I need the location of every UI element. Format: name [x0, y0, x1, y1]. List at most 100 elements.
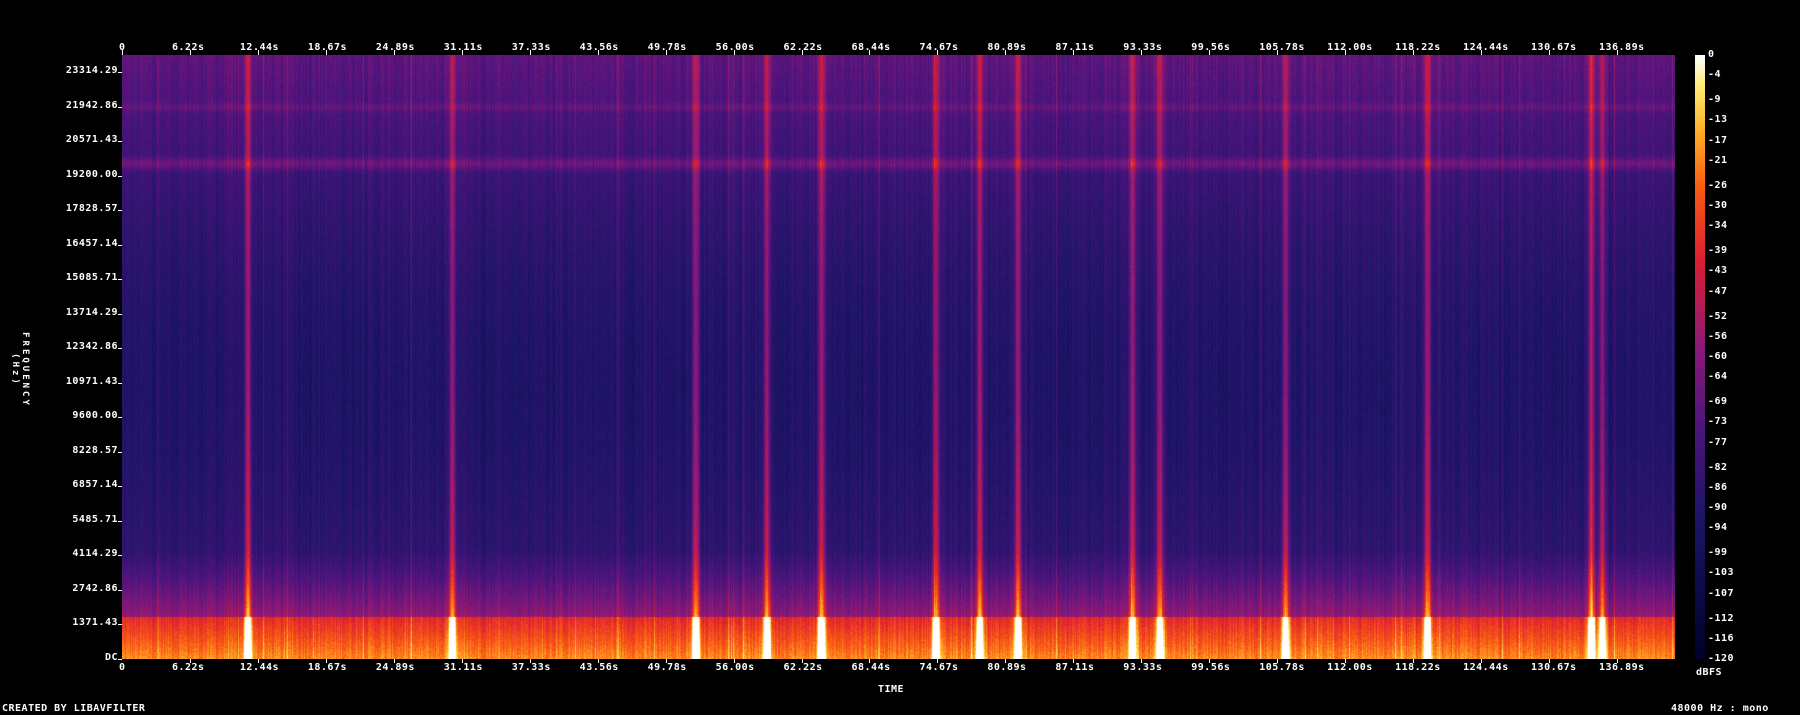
x-tick-label: 105.78s	[1259, 42, 1305, 53]
colorbar-tick-label: -4	[1708, 69, 1722, 81]
x-tick-label: 87.11s	[1055, 42, 1095, 53]
x-tick-mark	[1209, 659, 1211, 663]
x-tick-label: 93.33s	[1123, 42, 1163, 53]
colorbar-tick-label: -52	[1708, 310, 1728, 322]
x-tick-mark	[1005, 659, 1007, 663]
colorbar-tick-label: -60	[1708, 351, 1728, 362]
x-tick-mark	[461, 659, 463, 663]
x-tick-label: 105.78s	[1259, 662, 1305, 673]
colorbar-tick-label: -99	[1708, 547, 1728, 559]
y-tick-label: 2742.86	[72, 582, 118, 594]
credit-text: CREATED BY LIBAVFILTER	[2, 703, 146, 714]
x-tick-label: 130.67s	[1531, 42, 1577, 53]
x-tick-label: 43.56s	[579, 42, 619, 53]
y-tick-label: 4114.29	[72, 548, 118, 560]
x-tick-mark	[325, 659, 327, 663]
x-tick-label: 118.22s	[1395, 42, 1441, 53]
y-tick-label: 16457.14	[65, 237, 118, 249]
x-tick-label: 49.78s	[647, 42, 687, 53]
y-axis-label: FREQUENCY (Hz)	[10, 332, 30, 408]
x-tick-label: 62.22s	[783, 662, 823, 673]
colorbar-label: dBFS	[1696, 667, 1723, 678]
colorbar	[1695, 55, 1705, 659]
y-tick-label: 23314.29	[65, 65, 118, 77]
x-tick-mark	[1345, 659, 1347, 663]
colorbar-tick-label: -94	[1708, 522, 1728, 534]
x-tick-mark	[1481, 659, 1483, 663]
x-tick-mark	[869, 659, 871, 663]
x-tick-label: 136.89s	[1598, 42, 1645, 53]
colorbar-tick-label: -17	[1708, 134, 1728, 146]
colorbar-tick-label: -64	[1708, 371, 1728, 383]
x-tick-label: 56.00s	[715, 662, 755, 673]
x-tick-mark	[1413, 659, 1415, 663]
colorbar-tick-label: -86	[1708, 481, 1728, 493]
x-tick-label: 18.67s	[307, 662, 347, 673]
y-tick-label: 17828.57	[65, 203, 118, 215]
y-tick-label: 15085.71	[65, 272, 118, 284]
x-tick-label: 0	[119, 662, 126, 673]
y-tick-label: 6857.14	[72, 479, 118, 491]
colorbar-tick-label: -34	[1708, 220, 1728, 232]
y-tick-label: 8228.57	[72, 444, 118, 456]
x-tick-mark	[257, 659, 259, 663]
x-tick-label: 68.44s	[851, 42, 891, 53]
x-tick-label: 6.22s	[171, 662, 205, 673]
colorbar-tick-label: -103	[1708, 567, 1735, 579]
format-text: 48000 Hz : mono	[1671, 703, 1769, 714]
x-tick-label: 74.67s	[919, 662, 959, 673]
x-tick-label: 62.22s	[783, 42, 823, 53]
colorbar-tick-label: -9	[1708, 94, 1722, 106]
colorbar-tick-label: -120	[1708, 653, 1735, 664]
x-tick-label: 68.44s	[851, 662, 891, 673]
y-tick-label: 13714.29	[65, 306, 118, 318]
x-tick-label: 112.00s	[1327, 662, 1373, 673]
x-tick-label: 31.11s	[443, 42, 483, 53]
colorbar-tick-label: 0	[1708, 49, 1715, 60]
x-axis-label: TIME	[878, 684, 905, 695]
x-tick-label: 124.44s	[1463, 662, 1509, 673]
x-tick-mark	[937, 659, 939, 663]
colorbar-tick-label: -26	[1708, 179, 1728, 191]
colorbar-tick-label: -73	[1708, 416, 1728, 428]
spectrogram-plot	[122, 55, 1675, 659]
colorbar-tick-label: -116	[1708, 632, 1735, 644]
colorbar-tick-label: -13	[1708, 114, 1728, 126]
x-tick-label: 80.89s	[987, 662, 1027, 673]
x-tick-label: 37.33s	[511, 662, 551, 673]
x-tick-label: 124.44s	[1463, 42, 1509, 53]
x-tick-label: 118.22s	[1395, 662, 1441, 673]
x-tick-mark	[529, 659, 531, 663]
x-tick-label: 24.89s	[375, 662, 415, 673]
x-tick-label: 87.11s	[1055, 662, 1095, 673]
colorbar-tick-label: -69	[1708, 396, 1728, 408]
x-tick-mark	[597, 659, 599, 663]
y-tick-label: 19200.00	[65, 168, 118, 180]
x-tick-label: 18.67s	[307, 42, 347, 53]
colorbar-tick-label: -30	[1708, 200, 1728, 211]
colorbar-tick-label: -77	[1708, 436, 1728, 448]
colorbar-tick-label: -43	[1708, 265, 1728, 277]
x-tick-label: 56.00s	[715, 42, 755, 53]
x-tick-label: 49.78s	[647, 662, 687, 673]
y-tick-label: 20571.43	[65, 134, 118, 146]
x-tick-label: 12.44s	[239, 42, 280, 53]
x-tick-label: 80.89s	[987, 42, 1027, 53]
x-tick-label: 37.33s	[511, 42, 551, 53]
x-tick-mark	[801, 659, 803, 663]
y-tick-label: 1371.43	[72, 617, 118, 629]
y-tick-label: DC	[104, 652, 118, 663]
colorbar-tick-label: -47	[1708, 285, 1728, 297]
x-tick-label: 24.89s	[375, 42, 415, 53]
x-tick-label: 93.33s	[1123, 662, 1163, 673]
x-tick-mark	[1549, 659, 1551, 663]
x-tick-label: 12.44s	[239, 662, 280, 673]
x-tick-label: 74.67s	[919, 42, 959, 53]
x-tick-label: 43.56s	[579, 662, 619, 673]
x-tick-mark	[1073, 659, 1075, 663]
x-tick-label: 130.67s	[1531, 662, 1577, 673]
colorbar-tick-label: -112	[1708, 612, 1735, 624]
colorbar-tick-label: -56	[1708, 330, 1728, 342]
x-tick-mark	[665, 659, 667, 663]
x-tick-label: 112.00s	[1327, 42, 1373, 53]
